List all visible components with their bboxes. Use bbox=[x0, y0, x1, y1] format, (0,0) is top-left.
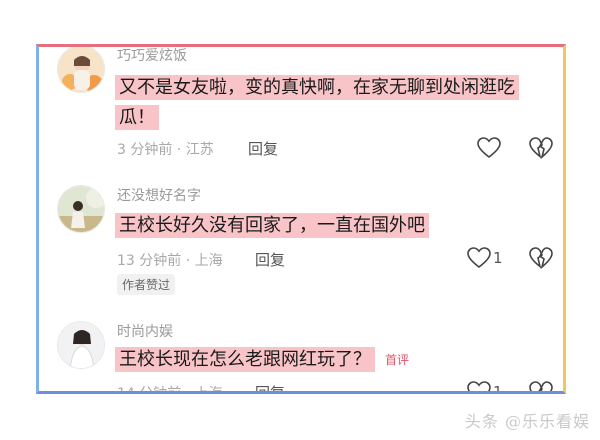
heart-outline-icon[interactable] bbox=[477, 137, 501, 159]
comment-username[interactable]: 还没想好名字 bbox=[117, 185, 201, 205]
comment-time-location: 14 分钟前 · 上海 bbox=[117, 386, 223, 394]
like-count: 1 bbox=[493, 383, 503, 394]
comment-text-line: 瓜！ bbox=[115, 105, 159, 130]
comment-time-location: 13 分钟前 · 上海 bbox=[117, 253, 223, 269]
comment-username[interactable]: 巧巧爱炫饭 bbox=[117, 47, 187, 65]
avatar-image bbox=[58, 186, 104, 232]
avatar[interactable] bbox=[57, 185, 105, 233]
comment-text-line: 又不是女友啦，变的真快啊，在家无聊到处闲逛吃 bbox=[115, 75, 519, 100]
avatar-image bbox=[58, 47, 104, 92]
reply-button[interactable]: 回复 bbox=[248, 138, 278, 159]
like-count: 1 bbox=[493, 249, 503, 267]
comment-text: 又不是女友啦，变的真快啊，在家无聊到处闲逛吃 瓜！ bbox=[115, 73, 555, 133]
heart-outline-icon[interactable] bbox=[467, 247, 491, 269]
reply-button[interactable]: 回复 bbox=[255, 382, 285, 391]
comment-text: 王校长现在怎么老跟网红玩了？ 首评 bbox=[115, 345, 409, 375]
comment-time-location: 3 分钟前 · 江苏 bbox=[117, 142, 214, 158]
avatar-image bbox=[58, 322, 104, 368]
broken-heart-icon[interactable] bbox=[529, 381, 553, 391]
first-comment-badge: 首评 bbox=[385, 353, 410, 367]
comment-username[interactable]: 时尚内娱 bbox=[117, 321, 173, 341]
avatar[interactable] bbox=[57, 47, 105, 93]
heart-outline-icon[interactable] bbox=[467, 381, 491, 391]
avatar[interactable] bbox=[57, 321, 105, 369]
author-liked-badge: 作者赞过 bbox=[117, 274, 176, 295]
comment-text: 王校长好久没有回家了，一直在国外吧 bbox=[115, 211, 429, 241]
broken-heart-icon[interactable] bbox=[529, 247, 553, 269]
broken-heart-icon[interactable] bbox=[529, 137, 553, 159]
watermark: 头条 @乐乐看娱 bbox=[464, 412, 590, 431]
comment-text-line: 王校长现在怎么老跟网红玩了？ bbox=[115, 347, 375, 372]
comment-text-line: 王校长好久没有回家了，一直在国外吧 bbox=[115, 213, 429, 238]
reply-button[interactable]: 回复 bbox=[255, 249, 285, 270]
comment-list-frame: 巧巧爱炫饭 又不是女友啦，变的真快啊，在家无聊到处闲逛吃 瓜！ 3 分钟前 · … bbox=[36, 44, 566, 394]
